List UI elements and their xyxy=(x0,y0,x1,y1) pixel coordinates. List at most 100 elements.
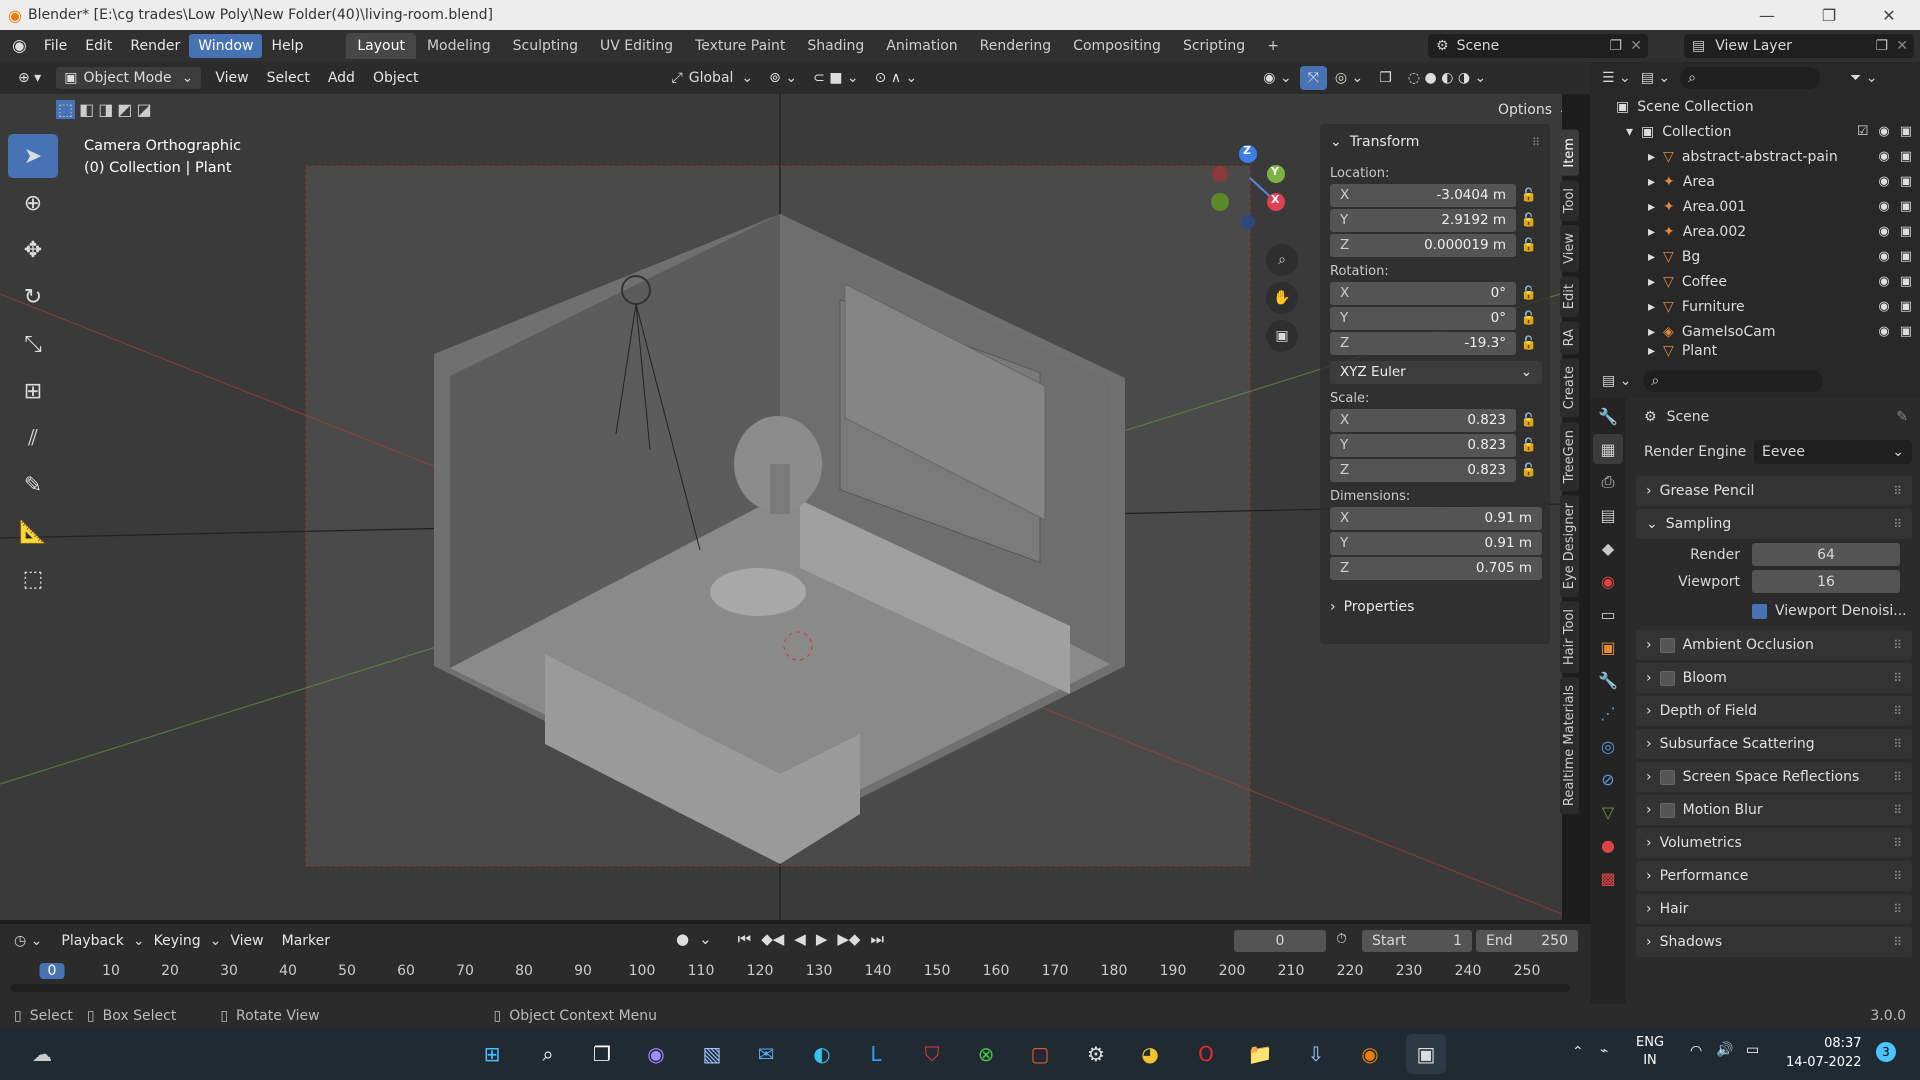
minimize-button[interactable]: — xyxy=(1744,0,1790,30)
dimensions-y-field[interactable]: Y 0.91 m xyxy=(1330,531,1542,555)
notification-badge[interactable]: 3 xyxy=(1876,1042,1896,1062)
language-indicator[interactable]: ENG IN xyxy=(1636,1034,1664,1070)
blender-menu-icon[interactable]: ◉ xyxy=(12,36,27,56)
grease-pencil-section[interactable]: › Grease Pencil ⠿ xyxy=(1636,476,1912,506)
blender-taskbar-icon[interactable]: ◉ xyxy=(1350,1034,1390,1074)
eye-icon[interactable]: ◉ xyxy=(1878,174,1889,189)
location-z-field[interactable]: Z 0.000019 m xyxy=(1330,233,1516,257)
add-workspace-button[interactable]: + xyxy=(1256,33,1290,59)
camera-icon[interactable]: ▣ xyxy=(1900,249,1912,264)
wifi-icon[interactable]: ◠ xyxy=(1690,1043,1702,1059)
drag-handle-icon[interactable]: ⠿ xyxy=(1893,517,1902,531)
material-tab-icon[interactable]: ● xyxy=(1593,830,1623,860)
scene-tab-icon[interactable]: ◆ xyxy=(1593,533,1623,563)
add-cube-tool[interactable]: ⬚ xyxy=(8,557,58,601)
drag-handle-icon[interactable]: ⠿ xyxy=(1893,836,1902,850)
render-tab-icon[interactable]: ▦ xyxy=(1593,434,1623,464)
network-off-icon[interactable]: ⌁ xyxy=(1600,1043,1608,1059)
drag-handle-icon[interactable]: ⠿ xyxy=(1893,935,1902,949)
rotation-x-field[interactable]: X 0° xyxy=(1330,281,1516,305)
depth-of-field-section[interactable]: › Depth of Field ⠿ xyxy=(1636,696,1912,726)
denoise-checkbox[interactable] xyxy=(1752,603,1767,619)
menu-edit[interactable]: Edit xyxy=(76,34,121,58)
camera-icon[interactable]: ▣ xyxy=(1900,174,1912,189)
eye-icon[interactable]: ◉ xyxy=(1878,224,1889,239)
remove-layer-icon[interactable]: ✕ xyxy=(1896,38,1908,54)
visibility-dropdown[interactable]: ◉ ⌄ xyxy=(1255,66,1299,90)
scale-x-field[interactable]: X 0.823 xyxy=(1330,408,1516,432)
tab-layout[interactable]: Layout xyxy=(346,33,416,59)
outliner-item[interactable]: ▸ ▽ abstract-abstract-pain ◉ ▣ xyxy=(1590,144,1920,169)
eye-icon[interactable]: ◉ xyxy=(1878,124,1889,139)
annotate-tool[interactable]: ✎ xyxy=(8,463,58,507)
zoom-icon[interactable]: ⌕ xyxy=(1266,244,1298,276)
collection-tab-icon[interactable]: ▭ xyxy=(1593,599,1623,629)
tab-shading[interactable]: Shading xyxy=(796,33,875,59)
copy-icon[interactable]: ❐ xyxy=(1609,38,1622,54)
select-extend-icon[interactable]: ◧ xyxy=(79,100,94,119)
drag-handle-icon[interactable]: ⠿ xyxy=(1893,902,1902,916)
proportional-edit-toggle[interactable]: ⊙ ∧ ⌄ xyxy=(867,66,926,90)
eye-icon[interactable]: ◉ xyxy=(1878,274,1889,289)
scene-collection-row[interactable]: ▣ Scene Collection xyxy=(1590,94,1920,119)
transform-orientation-dropdown[interactable]: ⤢ Global ⌄ xyxy=(664,66,762,90)
xbox-icon[interactable]: ⊗ xyxy=(966,1034,1006,1074)
drag-handle-icon[interactable]: ⠿ xyxy=(1893,704,1902,718)
mail-icon[interactable]: ✉ xyxy=(746,1034,786,1074)
camera-view-icon[interactable]: ▣ xyxy=(1266,320,1298,352)
drag-handle-icon[interactable]: ⠿ xyxy=(1893,869,1902,883)
tab-treegen[interactable]: TreeGen xyxy=(1560,421,1579,491)
eye-icon[interactable]: ◉ xyxy=(1878,249,1889,264)
photos-icon[interactable]: ▧ xyxy=(692,1034,732,1074)
checkbox-icon[interactable]: ☑ xyxy=(1857,124,1869,139)
eye-icon[interactable]: ◉ xyxy=(1878,299,1889,314)
drag-handle-icon[interactable]: ⠿ xyxy=(1532,136,1540,149)
tab-item[interactable]: Item xyxy=(1560,130,1579,176)
tab-animation[interactable]: Animation xyxy=(875,33,968,59)
drag-handle-icon[interactable]: ⠿ xyxy=(1893,671,1902,685)
lock-icon[interactable]: 🔓 xyxy=(1516,336,1542,351)
ao-checkbox[interactable] xyxy=(1659,637,1675,653)
tab-hair-tool[interactable]: Hair Tool xyxy=(1560,601,1579,674)
menu-file[interactable]: File xyxy=(35,34,76,58)
tab-view[interactable]: View xyxy=(1560,224,1579,272)
lock-icon[interactable]: 🔓 xyxy=(1516,286,1542,301)
menu-select[interactable]: Select xyxy=(258,66,319,90)
subsurface-section[interactable]: › Subsurface Scattering ⠿ xyxy=(1636,729,1912,759)
select-intersect-icon[interactable]: ◪ xyxy=(137,100,152,119)
camera-icon[interactable]: ▣ xyxy=(1900,224,1912,239)
outliner-item[interactable]: ▸ ▽ Plant xyxy=(1590,344,1920,358)
editor-type-icon[interactable]: ☰ ⌄ xyxy=(1602,70,1631,86)
outliner-item[interactable]: ▸ ▽ Bg ◉ ▣ xyxy=(1590,244,1920,269)
tab-eye-designer[interactable]: Eye Designer xyxy=(1560,494,1579,598)
tab-create[interactable]: Create xyxy=(1560,358,1579,418)
menu-object[interactable]: Object xyxy=(364,66,428,90)
motion-blur-section[interactable]: › Motion Blur ⠿ xyxy=(1636,795,1912,825)
overlay-toggle[interactable]: ◎ ⌄ xyxy=(1327,66,1371,90)
outliner-item[interactable]: ▸ ✦ Area ◉ ▣ xyxy=(1590,169,1920,194)
lock-icon[interactable]: 🔓 xyxy=(1516,213,1542,228)
dimensions-z-field[interactable]: Z 0.705 m xyxy=(1330,556,1542,580)
particles-tab-icon[interactable]: ⋰ xyxy=(1593,698,1623,728)
motion-blur-checkbox[interactable] xyxy=(1659,802,1675,818)
close-button[interactable]: ✕ xyxy=(1866,0,1912,30)
pan-hand-icon[interactable]: ✋ xyxy=(1266,282,1298,314)
menu-render[interactable]: Render xyxy=(121,34,189,58)
select-subtract-icon[interactable]: ◨ xyxy=(98,100,113,119)
file-explorer-icon[interactable]: 📁 xyxy=(1240,1034,1280,1074)
scene-selector[interactable]: ⚙ Scene ❐ ✕ xyxy=(1428,34,1648,58)
camera-icon[interactable]: ▣ xyxy=(1900,199,1912,214)
move-tool[interactable]: ✥ xyxy=(8,228,58,272)
outliner-search[interactable]: ⌕ xyxy=(1680,67,1821,89)
tab-realtime-materials[interactable]: Realtime Materials xyxy=(1560,677,1579,815)
chrome-icon[interactable]: ◕ xyxy=(1130,1034,1170,1074)
render-samples-field[interactable]: 64 xyxy=(1752,543,1900,566)
cursor-tool[interactable]: ⊕ xyxy=(8,181,58,225)
lock-icon[interactable]: 🔓 xyxy=(1516,438,1542,453)
tab-ra[interactable]: RA xyxy=(1560,320,1579,355)
select-invert-icon[interactable]: ◩ xyxy=(117,100,132,119)
camera-icon[interactable]: ▣ xyxy=(1900,274,1912,289)
select-mode-buttons[interactable]: ⬚ ◧ ◨ ◩ ◪ xyxy=(56,100,152,119)
pin-icon[interactable]: ✎ xyxy=(1896,409,1908,425)
object-tab-icon[interactable]: ▣ xyxy=(1593,632,1623,662)
